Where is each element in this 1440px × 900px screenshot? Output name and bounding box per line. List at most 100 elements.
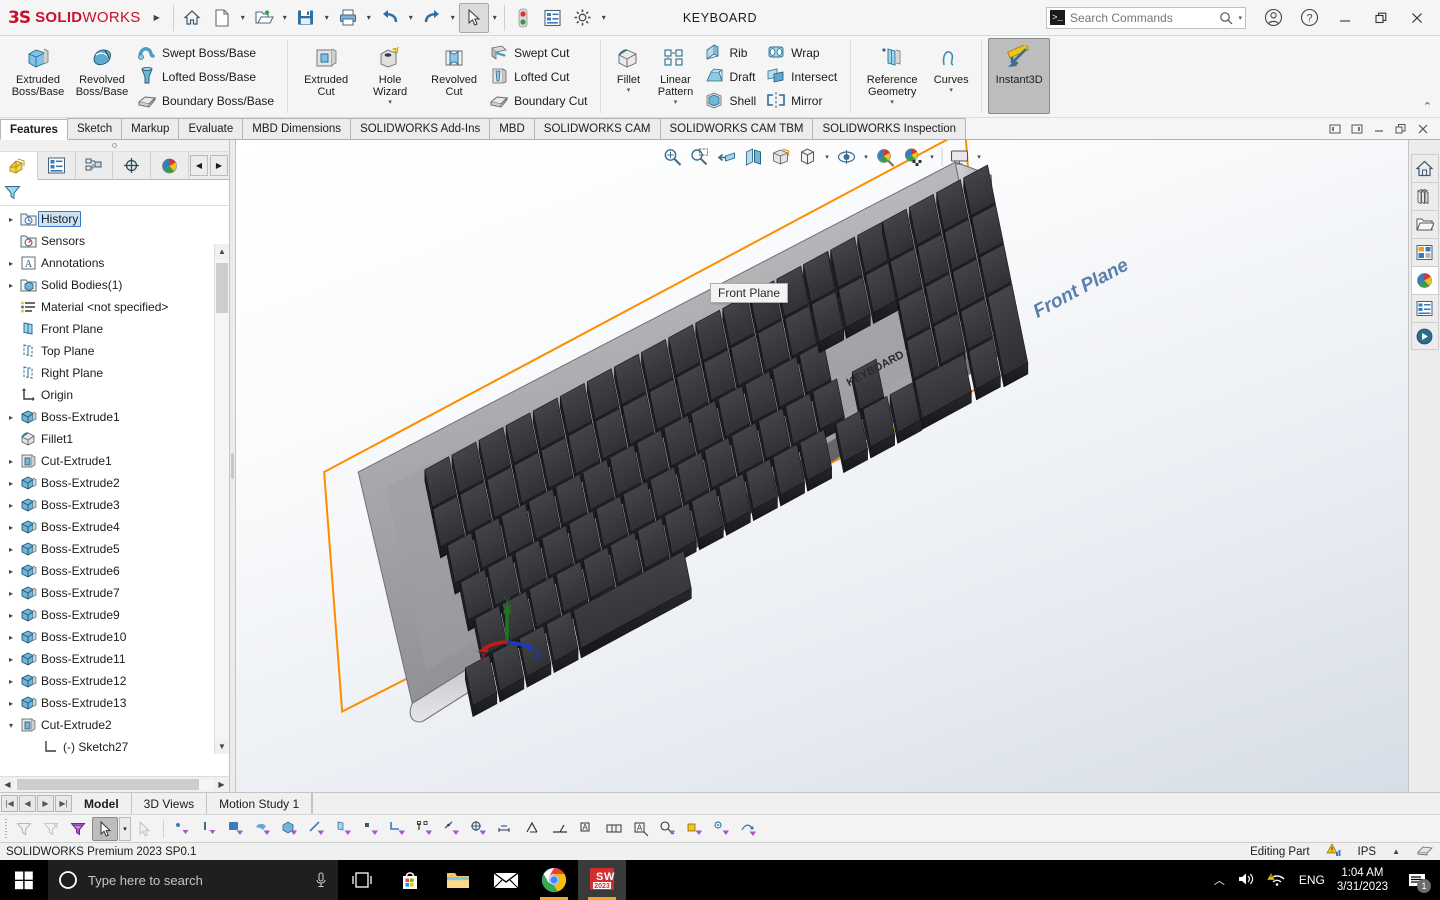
keyboard-model[interactable]: KEYBOARD Front Plane [236,140,1408,792]
start-button[interactable] [0,860,48,900]
section-view-icon[interactable] [741,144,767,170]
filter-dimensions-icon[interactable] [493,817,519,841]
select-pointer-icon[interactable] [92,816,118,841]
tab-markup[interactable]: Markup [121,118,180,139]
apply-scene-caret-icon[interactable]: ▾ [927,144,938,170]
minimize-button[interactable] [1328,3,1362,33]
graphics-viewport[interactable]: ▾ ▾ ▾ ▾ KEYBOARD Front Plane Front Plane… [236,140,1408,792]
close-button[interactable] [1400,3,1434,33]
revolved-boss-base-button[interactable]: Revolved Boss/Base [70,38,134,99]
feature-manager-tree-tab[interactable] [0,152,38,180]
taskbar-search-input[interactable]: Type here to search [88,873,304,888]
tree-node-fillet1[interactable]: Fillet1 [0,428,229,450]
filter-centerlines-icon[interactable] [466,817,492,841]
zoom-to-area-icon[interactable] [687,144,713,170]
tree-node-origin[interactable]: Origin [0,384,229,406]
undo-caret-icon[interactable]: ▾ [405,3,417,33]
swept-boss-base-button[interactable]: Swept Boss/Base [134,41,281,65]
display-style-caret-icon[interactable]: ▾ [822,144,833,170]
bottom-tab-motion-study[interactable]: Motion Study 1 [207,793,313,814]
filter-surface-finish-icon[interactable] [520,817,546,841]
doc-minimize-icon[interactable] [1370,121,1388,137]
doc-close-icon[interactable] [1414,121,1432,137]
expand-arrow-icon[interactable]: ▸ [4,523,18,532]
google-chrome-icon[interactable] [530,860,578,900]
view-orientation-icon[interactable] [768,144,794,170]
tree-node-boss-extrude5[interactable]: ▸ Boss-Extrude5 [0,538,229,560]
restore-left-icon[interactable] [1326,121,1344,137]
revolved-cut-button[interactable]: Revolved Cut [422,38,486,99]
hide-show-items-icon[interactable] [834,144,860,170]
filter-solid-bodies-icon[interactable] [277,817,303,841]
reference-geometry-dropdown-icon[interactable]: ▾ [890,98,894,108]
filter-edges-icon[interactable] [196,817,222,841]
wrap-button[interactable]: Wrap [763,41,844,65]
bottom-tab-model[interactable]: Model [72,793,132,814]
search-input[interactable]: Search Commands [1070,11,1214,25]
speaker-icon[interactable] [1237,871,1255,890]
open-document-icon[interactable] [249,3,279,33]
filter-sketch-segments-icon[interactable] [385,817,411,841]
tree-node-sketch27[interactable]: (-) Sketch27 [0,736,229,758]
3d-content-central-icon[interactable] [1410,322,1439,350]
filter-balloons-icon[interactable] [655,817,681,841]
expand-arrow-icon[interactable]: ▸ [4,281,18,290]
tab-evaluate[interactable]: Evaluate [178,118,244,139]
expand-arrow-icon[interactable]: ▸ [4,699,18,708]
tree-node-sensors[interactable]: Sensors [0,230,229,252]
expand-arrow-icon[interactable]: ▸ [4,567,18,576]
solidworks-2023-icon[interactable]: S W 2023 [578,860,626,900]
tree-node-boss-extrude1[interactable]: ▸ Boss-Extrude1 [0,406,229,428]
tree-node-material-not-specified[interactable]: Material <not specified> [0,296,229,318]
redo-icon[interactable] [417,3,447,33]
select-caret-icon[interactable]: ▾ [489,3,501,33]
tab-nav-prev-icon[interactable]: ◀ [19,795,36,812]
tab-solidworks-inspection[interactable]: SOLIDWORKS Inspection [812,118,967,139]
overlay-icon[interactable] [1416,843,1434,860]
expand-arrow-icon[interactable]: ▸ [4,259,18,268]
display-style-icon[interactable] [795,144,821,170]
apply-scene-icon[interactable] [900,144,926,170]
tab-solidworks-cam-tbm[interactable]: SOLIDWORKS CAM TBM [659,118,814,139]
instant3d-button[interactable]: Instant3D [988,38,1051,114]
taskbar-clock[interactable]: 1:04 AM 3/31/2023 [1337,866,1388,894]
boundary-boss-base-button[interactable]: Boundary Boss/Base [134,89,281,113]
design-library-icon[interactable] [1410,182,1439,210]
view-settings-caret-icon[interactable]: ▾ [974,144,985,170]
linear-pattern-dropdown-icon[interactable]: ▾ [674,98,678,108]
restore-right-icon[interactable] [1348,121,1366,137]
expand-arrow-icon[interactable]: ▸ [4,215,18,224]
tabs-scroll-right-icon[interactable]: ▶ [210,155,228,176]
fillet-dropdown-icon[interactable]: ▾ [627,86,631,96]
status-units[interactable]: IPS [1358,846,1377,858]
tab-solidworks-cam[interactable]: SOLIDWORKS CAM [533,118,661,139]
tree-node-boss-extrude3[interactable]: ▸ Boss-Extrude3 [0,494,229,516]
expand-arrow-icon[interactable]: ▸ [4,655,18,664]
display-manager-tab[interactable] [151,152,189,179]
tree-node-boss-extrude12[interactable]: ▸ Boss-Extrude12 [0,670,229,692]
expand-arrow-icon[interactable]: ▸ [4,589,18,598]
taskbar-search-box[interactable]: Type here to search [48,860,338,900]
shell-button[interactable]: Shell [701,89,763,113]
fillet-button[interactable]: Fillet ▾ [607,38,649,97]
expand-arrow-icon[interactable]: ▸ [4,479,18,488]
print-caret-icon[interactable]: ▾ [363,3,375,33]
select-other-icon[interactable] [132,817,158,841]
tab-nav-last-icon[interactable]: ▶| [55,795,72,812]
file-explorer-taskbar-icon[interactable] [434,860,482,900]
scroll-track[interactable] [215,259,229,739]
boundary-cut-button[interactable]: Boundary Cut [486,89,594,113]
filter-planes-icon[interactable] [331,817,357,841]
save-icon[interactable] [291,3,321,33]
microsoft-store-icon[interactable] [386,860,434,900]
file-properties-icon[interactable] [538,3,568,33]
filter-weld-symbols-icon[interactable] [547,817,573,841]
scroll-down-icon[interactable]: ▼ [215,739,229,754]
tab-nav-next-icon[interactable]: ▶ [37,795,54,812]
tree-node-boss-extrude10[interactable]: ▸ Boss-Extrude10 [0,626,229,648]
tree-node-boss-extrude9[interactable]: ▸ Boss-Extrude9 [0,604,229,626]
filter-vertices-icon[interactable] [169,817,195,841]
hide-show-caret-icon[interactable]: ▾ [861,144,872,170]
draft-button[interactable]: Draft [701,65,763,89]
filter-midpoints-icon[interactable] [412,817,438,841]
